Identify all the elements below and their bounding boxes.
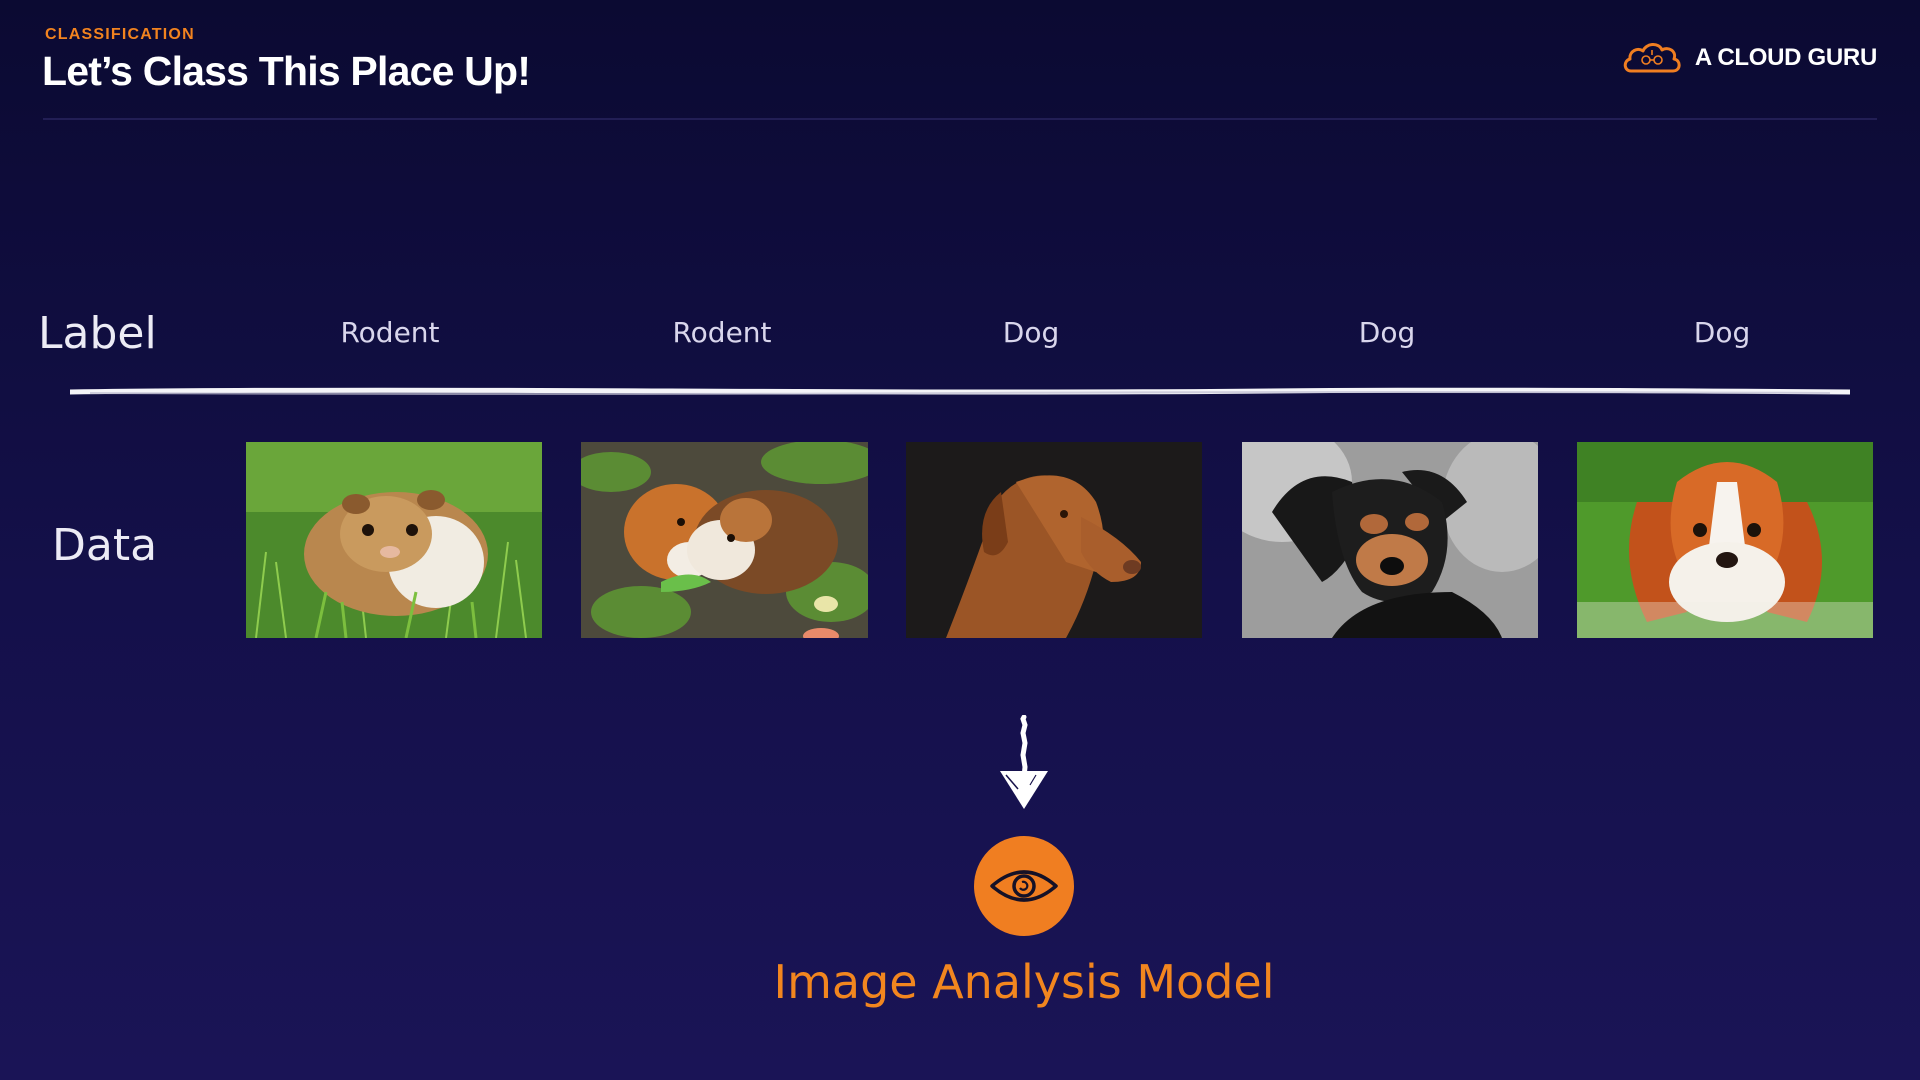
category-label: Dog: [1358, 316, 1416, 349]
category-label: Dog: [1693, 316, 1751, 349]
brush-divider: [70, 387, 1850, 395]
image-vizsla-portrait: [906, 442, 1202, 638]
image-cavalier-king-charles-spaniel: [1577, 442, 1873, 638]
image-two-guinea-pigs-eating: [581, 442, 868, 638]
model-title: Image Analysis Model: [773, 955, 1275, 1009]
header-divider: [43, 118, 1877, 120]
brand: A CLOUD GURU: [1621, 38, 1877, 78]
eye-icon: [990, 870, 1058, 902]
arrow-down-icon: [1000, 715, 1048, 809]
image-guinea-pig-in-grass: [246, 442, 542, 638]
category-label: Dog: [1002, 316, 1060, 349]
cloud-logo-icon: [1623, 43, 1681, 73]
brand-name: A CLOUD GURU: [1694, 44, 1877, 71]
category-label: Rodent: [340, 316, 440, 349]
label-row-heading: Label: [38, 308, 157, 359]
section-kicker: CLASSIFICATION: [45, 26, 195, 43]
image-black-and-tan-dog: [1242, 442, 1538, 638]
data-row-heading: Data: [52, 520, 158, 571]
category-label: Rodent: [672, 316, 772, 349]
slide-title: Let’s Class This Place Up!: [42, 48, 531, 94]
image-analysis-model-icon: [974, 836, 1074, 936]
